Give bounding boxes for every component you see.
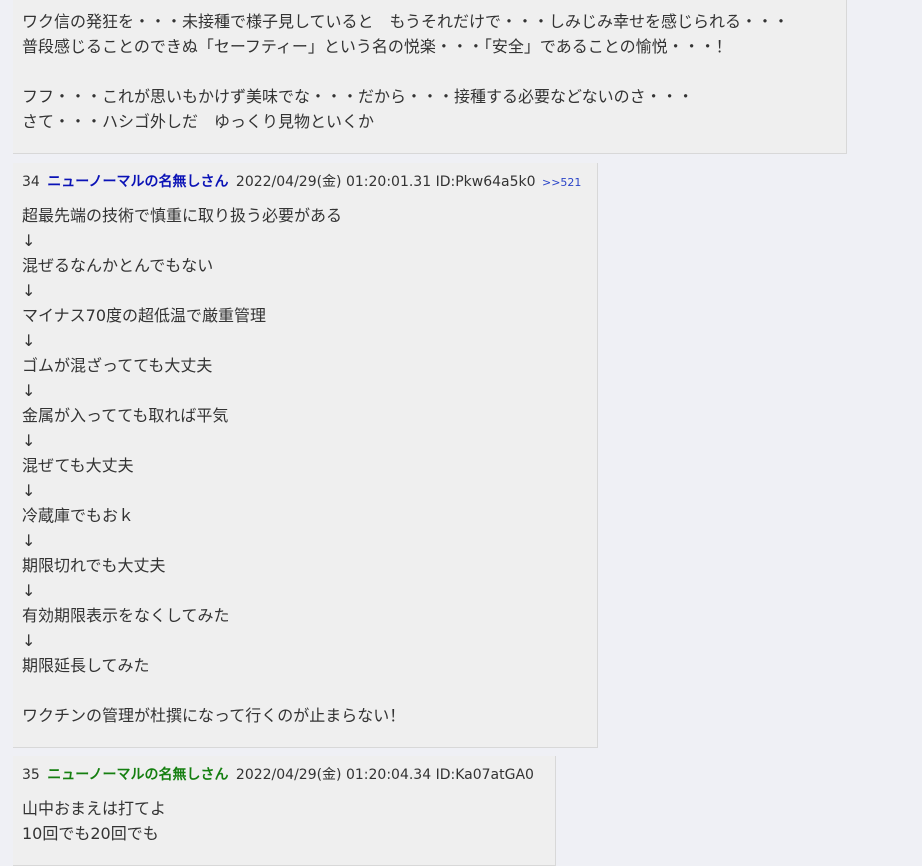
post-body: ワク信の発狂を・・・未接種で様子見していると もうそれだけで・・・しみじみ幸せを…	[22, 12, 790, 131]
post-body: 超最先端の技術で慎重に取り扱う必要がある ↓ 混ぜるなんかとんでもない ↓ マイ…	[22, 206, 406, 725]
post-body: 山中おまえは打てよ 10回でも20回でも	[22, 799, 167, 843]
post-datetime: 2022/04/29(金) 01:20:04.34	[235, 767, 432, 783]
post-number[interactable]: 35	[22, 767, 40, 783]
poster-id[interactable]: ID:Ka07atGA0	[436, 767, 534, 783]
poster-id[interactable]: ID:Pkw64a5k0	[436, 174, 536, 190]
post-header: 35 ニューノーマルの名無しさん 2022/04/29(金) 01:20:04.…	[22, 767, 534, 783]
post-35: 35 ニューノーマルの名無しさん 2022/04/29(金) 01:20:04.…	[13, 756, 556, 866]
post-header: 34 ニューノーマルの名無しさん 2022/04/29(金) 01:20:01.…	[22, 174, 581, 191]
post-previous: ワク信の発狂を・・・未接種で様子見していると もうそれだけで・・・しみじみ幸せを…	[13, 0, 847, 154]
poster-name: ニューノーマルの名無しさん	[47, 767, 229, 783]
post-datetime: 2022/04/29(金) 01:20:01.31	[235, 174, 432, 190]
poster-name: ニューノーマルの名無しさん	[47, 174, 229, 190]
post-34: 34 ニューノーマルの名無しさん 2022/04/29(金) 01:20:01.…	[13, 163, 598, 748]
reply-link[interactable]: >>521	[542, 176, 581, 189]
post-number[interactable]: 34	[22, 174, 40, 190]
